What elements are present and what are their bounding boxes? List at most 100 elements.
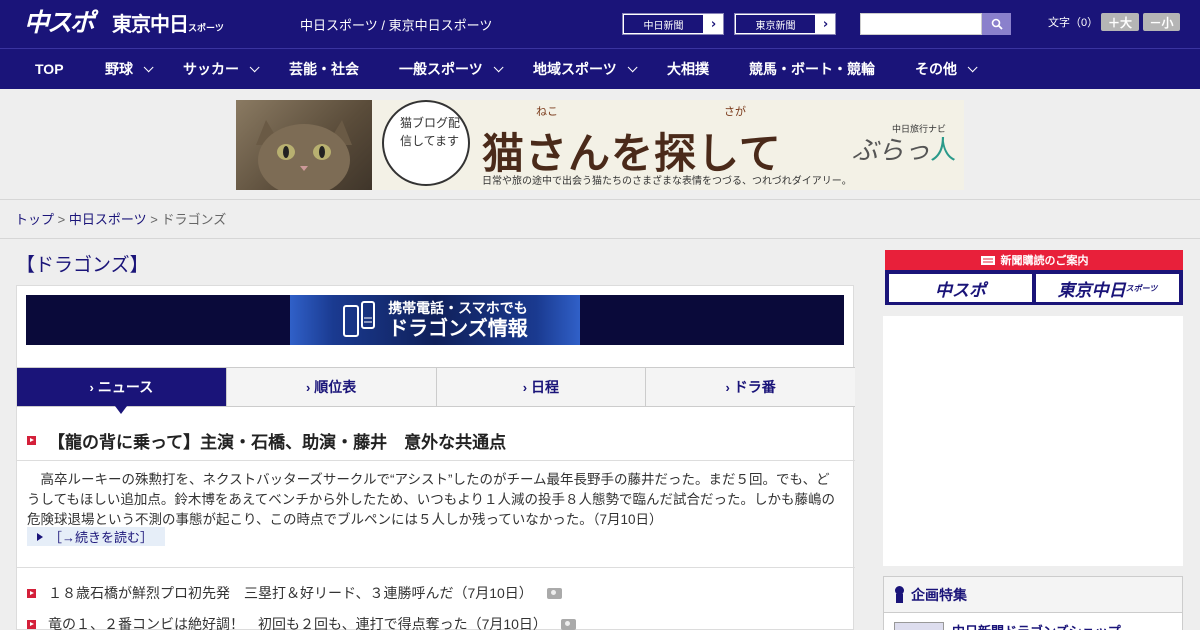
font-size-label: 文字（0） — [1048, 17, 1099, 29]
nav-item-other[interactable]: その他 — [915, 49, 978, 89]
tab-schedule[interactable]: › 日程 — [435, 368, 646, 406]
list-item[interactable]: １８歳石橋が鮮烈プロ初先発 三塁打＆好リード、３連勝呼んだ（7月10日） — [27, 583, 562, 603]
nav-item-entertainment[interactable]: 芸能・社会 — [289, 49, 359, 89]
read-more-label: ［→続きを読む］ — [49, 530, 154, 545]
nav-item-label: 芸能・社会 — [289, 61, 359, 77]
search-input[interactable] — [860, 13, 982, 35]
subscribe-chuspo-button[interactable]: 中スポ — [889, 274, 1032, 302]
chevron-right-icon: › — [816, 14, 835, 34]
read-more-link[interactable]: ［→続きを読む］ — [27, 527, 166, 546]
subscribe-tokyo-chunichi-label: 東京中日 — [1057, 280, 1126, 301]
subscription-heading-text: 新聞購読のご案内 — [1000, 254, 1089, 267]
ad-brand-a: ぶらっ — [852, 136, 931, 166]
page-title: 【ドラゴンズ】 — [16, 255, 149, 276]
search-icon — [991, 18, 1003, 30]
chevron-down-icon — [967, 61, 978, 72]
ad-subtitle: 日常や旅の途中で出会う猫たちのさまざまな表情をつづる、つれづれダイアリー。 — [482, 176, 852, 187]
cat-photo — [236, 100, 372, 190]
tab-label: ニュース — [97, 379, 154, 395]
nav-item-label: 一般スポーツ — [399, 61, 483, 77]
nav-item-label: TOP — [35, 61, 64, 77]
chevron-right-icon: › — [725, 379, 730, 395]
feature-item[interactable]: 中日新聞ドラゴンズショップ — [884, 613, 1182, 630]
breadcrumb-sep: > — [150, 212, 158, 227]
top-story-headline[interactable]: 【龍の背に乗って】主演・石橋、助演・藤井 意外な共通点 — [27, 428, 506, 453]
logo-tokyo-chunichi-small: スポーツ — [188, 24, 224, 34]
breadcrumb: トップ > 中日スポーツ > ドラゴンズ — [15, 209, 226, 228]
tab-label: 日程 — [531, 379, 560, 395]
tokyo-shimbun-label: 東京新聞 — [735, 14, 816, 34]
top-story-title: 【龍の背に乗って】主演・石橋、助演・藤井 意外な共通点 — [48, 433, 507, 452]
tab-drabang[interactable]: › ドラ番 — [645, 368, 855, 406]
tab-news[interactable]: › ニュース — [17, 368, 226, 414]
bullet-arrow-icon — [27, 436, 36, 445]
newspaper-icon — [980, 255, 995, 265]
nav-item-sumo[interactable]: 大相撲 — [667, 49, 709, 89]
mobile-dragons-banner[interactable]: 携帯電話・スマホでも ドラゴンズ情報 — [26, 295, 844, 345]
top-story-lead: 高卒ルーキーの殊勲打を、ネクストバッターズサークルで“アシスト”したのがチーム最… — [27, 472, 835, 527]
nav-item-baseball[interactable]: 野球 — [105, 49, 154, 89]
chevron-down-icon — [627, 61, 638, 72]
chevron-right-icon: › — [704, 14, 723, 34]
smartphone-icon — [343, 301, 376, 337]
divider — [17, 460, 855, 461]
nav-item-label: 野球 — [105, 61, 133, 77]
main-panel: 携帯電話・スマホでも ドラゴンズ情報 › ニュース › 順位表 › 日程 › ドラ番 【… — [16, 285, 855, 630]
chevron-right-icon: › — [305, 379, 311, 395]
chevron-right-icon: › — [89, 379, 94, 395]
chevron-down-icon — [249, 61, 260, 72]
subscription-box: 新聞購読のご案内 中スポ 東京中日 スポーツ — [885, 250, 1183, 305]
cat-blog-ad-banner[interactable]: 猫ブログ配信してます ねこ さが 猫さんを探して 中日旅行ナビ ぶらっ人 日常や… — [236, 100, 964, 190]
nav-item-label: 地域スポーツ — [533, 61, 617, 77]
global-nav: TOP 野球 サッカー 芸能・社会 一般スポーツ 地域スポーツ 大相撲 競馬・ボ… — [0, 48, 1200, 89]
subscribe-tokyo-chunichi-button[interactable]: 東京中日 スポーツ — [1036, 274, 1179, 302]
feature-box: 企画特集 中日新聞ドラゴンズショップ — [883, 576, 1183, 630]
subscribe-tokyo-chunichi-small: スポーツ — [1125, 283, 1158, 293]
content-tabs: › ニュース › 順位表 › 日程 › ドラ番 — [17, 367, 855, 414]
search-button[interactable] — [982, 13, 1011, 35]
font-larger-button[interactable]: ＋大 — [1101, 13, 1139, 31]
divider — [0, 238, 1200, 239]
nav-item-label: 大相撲 — [667, 61, 709, 77]
nav-item-label: 競馬・ボート・競輪 — [749, 61, 875, 77]
tokyo-shimbun-link[interactable]: 東京新聞 › — [734, 13, 836, 35]
nav-item-top[interactable]: TOP — [35, 49, 64, 89]
site-title: 中日スポーツ / 東京中日スポーツ — [300, 18, 493, 33]
sidebar-ad-slot — [883, 316, 1183, 566]
ad-brand-b: 人 — [930, 136, 957, 166]
logo-chuspo[interactable]: 中スポ — [24, 8, 95, 38]
news-title: 竜の１、２番コンビは絶好調！ 初回も２回も、連打で得点奪った（7月10日） — [48, 616, 547, 630]
banner-area: 猫ブログ配信してます ねこ さが 猫さんを探して 中日旅行ナビ ぶらっ人 日常や… — [0, 89, 1200, 200]
nav-item-local-sports[interactable]: 地域スポーツ — [533, 49, 638, 89]
breadcrumb-current: ドラゴンズ — [161, 212, 227, 227]
logo-tokyo-chunichi[interactable]: 東京中日スポーツ — [112, 10, 224, 38]
logo-tokyo-chunichi-text: 東京中日 — [112, 12, 189, 36]
mobile-banner-inner: 携帯電話・スマホでも ドラゴンズ情報 — [290, 295, 580, 345]
breadcrumb-chuspo[interactable]: 中日スポーツ — [69, 212, 147, 227]
nav-item-label: その他 — [915, 61, 957, 77]
chunichi-shimbun-label: 中日新聞 — [623, 14, 704, 34]
breadcrumb-top[interactable]: トップ — [15, 212, 54, 227]
chunichi-shimbun-link[interactable]: 中日新聞 › — [622, 13, 724, 35]
bullet-arrow-icon — [27, 588, 36, 598]
divider — [17, 567, 855, 568]
feature-heading: 企画特集 — [884, 577, 1182, 613]
breadcrumb-sep: > — [57, 212, 66, 227]
ruby-saga: さが — [724, 105, 746, 118]
nav-item-general-sports[interactable]: 一般スポーツ — [399, 49, 504, 89]
font-smaller-button[interactable]: －小 — [1143, 13, 1180, 31]
camera-icon — [546, 587, 562, 599]
tab-label: ドラ番 — [733, 379, 776, 395]
nav-item-racing[interactable]: 競馬・ボート・競輪 — [749, 49, 875, 89]
mobile-banner-line1: 携帯電話・スマホでも — [388, 301, 528, 317]
nav-item-soccer[interactable]: サッカー — [183, 49, 260, 89]
site-header: 中スポ 東京中日スポーツ 中日スポーツ / 東京中日スポーツ 中日新聞 › 東京… — [0, 0, 1200, 48]
triangle-right-icon — [37, 532, 43, 541]
subscription-heading: 新聞購読のご案内 — [885, 250, 1183, 270]
feature-heading-text: 企画特集 — [911, 587, 967, 604]
ribbon-icon — [894, 586, 905, 603]
tab-standings[interactable]: › 順位表 — [225, 368, 436, 406]
list-item[interactable]: 竜の１、２番コンビは絶好調！ 初回も２回も、連打で得点奪った（7月10日） — [27, 614, 576, 630]
chevron-down-icon — [143, 61, 154, 72]
chevron-down-icon — [493, 61, 504, 72]
